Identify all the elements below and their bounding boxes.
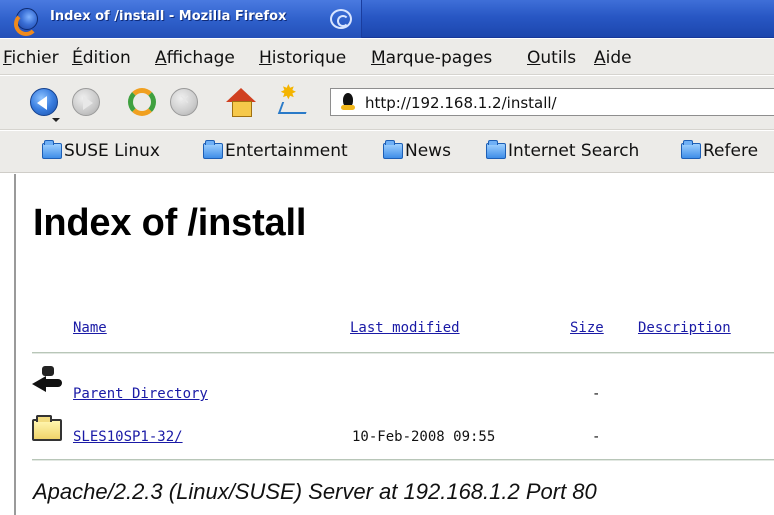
back-history-dropdown-icon[interactable] bbox=[52, 118, 60, 122]
table-cell-last-modified: 10-Feb-2008 09:55 bbox=[352, 429, 496, 445]
bookmark-label: Refere bbox=[703, 141, 759, 161]
bookmark-folder-icon bbox=[486, 140, 506, 159]
bookmark-folder-icon bbox=[383, 140, 403, 159]
navigation-toolbar: http://192.168.1.2/install/ bbox=[0, 76, 774, 130]
url-text[interactable]: http://192.168.1.2/install/ bbox=[365, 94, 557, 112]
bookmark-entertainment[interactable]: Entertainment bbox=[203, 140, 348, 161]
menu-bar: Fichier Édition Affichage Historique Mar… bbox=[0, 39, 774, 75]
menu-outils[interactable]: Outils bbox=[527, 48, 576, 68]
bookmark-label: News bbox=[405, 141, 451, 161]
stop-button[interactable] bbox=[170, 88, 198, 116]
menu-aide[interactable]: Aide bbox=[594, 48, 632, 68]
site-tux-icon bbox=[341, 93, 355, 111]
table-divider-top bbox=[32, 352, 774, 354]
table-divider-bottom bbox=[32, 459, 774, 461]
bookmark-label: SUSE Linux bbox=[64, 141, 160, 161]
menu-edition[interactable]: Édition bbox=[72, 48, 131, 68]
column-header-name[interactable]: Name bbox=[73, 320, 107, 336]
window-title-ornament-icon bbox=[330, 9, 352, 29]
column-header-size[interactable]: Size bbox=[570, 320, 604, 336]
page-content: Index of /install Name Last modified Siz… bbox=[0, 174, 774, 515]
bookmark-folder-icon bbox=[681, 140, 701, 159]
bookmark-folder-icon bbox=[42, 140, 62, 159]
back-arrow-icon bbox=[32, 366, 62, 392]
window-title: Index of /install - Mozilla Firefox bbox=[50, 9, 287, 24]
firefox-icon bbox=[14, 8, 38, 36]
bookmark-label: Internet Search bbox=[508, 141, 640, 161]
bookmark-news[interactable]: News bbox=[383, 140, 451, 161]
bookmarks-toolbar: SUSE Linux Entertainment News Internet S… bbox=[0, 131, 774, 173]
new-item-icon[interactable] bbox=[276, 80, 308, 116]
home-button[interactable] bbox=[226, 88, 256, 117]
forward-button[interactable] bbox=[72, 88, 100, 116]
content-left-border bbox=[14, 174, 16, 515]
window-titlebar: Index of /install - Mozilla Firefox bbox=[0, 0, 774, 38]
url-bar[interactable]: http://192.168.1.2/install/ bbox=[330, 88, 774, 116]
window-title-tab: Index of /install - Mozilla Firefox bbox=[0, 0, 362, 38]
bookmark-label: Entertainment bbox=[225, 141, 348, 161]
bookmark-internet-search[interactable]: Internet Search bbox=[486, 140, 640, 161]
menu-affichage[interactable]: Affichage bbox=[155, 48, 235, 68]
menu-fichier[interactable]: Fichier bbox=[3, 48, 59, 68]
column-header-description[interactable]: Description bbox=[638, 320, 731, 336]
reload-button[interactable] bbox=[128, 88, 156, 116]
column-header-last-modified[interactable]: Last modified bbox=[350, 320, 460, 336]
folder-icon bbox=[32, 415, 62, 441]
back-button[interactable] bbox=[30, 88, 58, 116]
menu-marque-pages[interactable]: Marque-pages bbox=[371, 48, 492, 68]
table-cell-size: - bbox=[592, 429, 601, 445]
table-row-parent-directory-link[interactable]: Parent Directory bbox=[73, 386, 208, 402]
bookmark-suse-linux[interactable]: SUSE Linux bbox=[42, 140, 160, 161]
server-signature: Apache/2.2.3 (Linux/SUSE) Server at 192.… bbox=[33, 479, 597, 504]
menu-historique[interactable]: Historique bbox=[259, 48, 346, 68]
bookmark-reference[interactable]: Refere bbox=[681, 140, 759, 161]
table-row-sles10sp1-32-link[interactable]: SLES10SP1-32/ bbox=[73, 429, 183, 445]
table-cell-size: - bbox=[592, 386, 601, 402]
bookmark-folder-icon bbox=[203, 140, 223, 159]
page-title: Index of /install bbox=[33, 202, 307, 244]
